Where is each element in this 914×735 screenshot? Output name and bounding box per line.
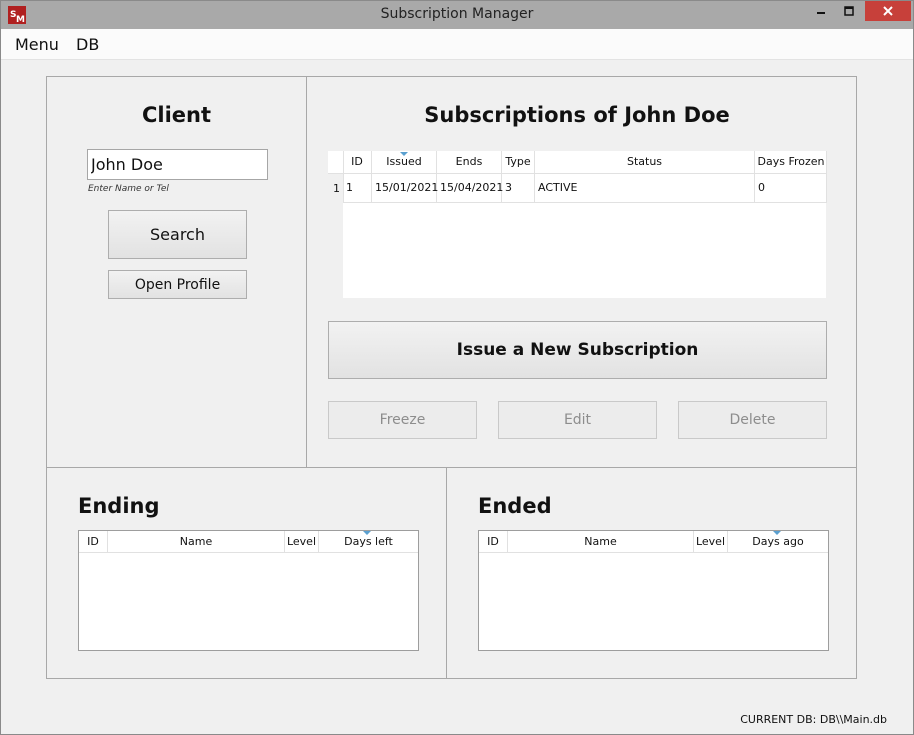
column-header-level[interactable]: Level [285,535,318,548]
column-header-name[interactable]: Name [508,535,693,548]
title-bar[interactable]: S M Subscription Manager [1,1,913,29]
grid-line [79,552,418,553]
subscriptions-table[interactable]: ID Issued Ends Type Status Days Frozen 1… [328,151,827,299]
grid-line [318,531,319,552]
grid-line [754,151,755,203]
minimize-button[interactable] [809,1,833,21]
ending-heading: Ending [78,494,160,518]
close-button[interactable] [865,1,911,21]
grid-line [284,531,285,552]
window-title: Subscription Manager [380,6,534,22]
cell-status: ACTIVE [538,181,578,194]
grid-line [343,151,344,203]
sort-indicator-icon [773,531,781,535]
main-window: S M Subscription Manager Menu DB Client … [0,0,914,735]
cell-ends: 15/04/2021 [440,181,504,194]
client-search-input[interactable] [87,149,268,180]
maximize-button[interactable] [837,1,861,21]
grid-line [328,173,827,174]
column-header-level[interactable]: Level [694,535,727,548]
subscriptions-panel: Subscriptions of John Doe ID Issued Ends… [306,76,857,468]
grid-line [436,151,437,203]
grid-line [826,151,827,203]
subscriptions-heading: Subscriptions of John Doe [424,103,730,127]
grid-line [107,531,108,552]
column-header-days-left[interactable]: Days left [319,535,418,548]
grid-line [501,151,502,203]
grid-line [343,202,827,203]
grid-line [693,531,694,552]
column-header-id[interactable]: ID [343,155,371,168]
column-header-days-ago[interactable]: Days ago [728,535,828,548]
delete-button[interactable]: Delete [678,401,827,439]
cell-issued: 15/01/2021 [375,181,439,194]
client-heading: Client [141,103,212,127]
column-header-name[interactable]: Name [108,535,284,548]
menu-bar: Menu DB [1,29,913,60]
column-header-type[interactable]: Type [502,155,534,168]
search-button[interactable]: Search [108,210,247,259]
menu-item-db[interactable]: DB [76,35,99,54]
maximize-icon [844,6,854,16]
column-header-days-frozen[interactable]: Days Frozen [755,155,827,168]
cell-type: 3 [505,181,512,194]
issue-subscription-button[interactable]: Issue a New Subscription [328,321,827,379]
open-profile-button[interactable]: Open Profile [108,270,247,299]
edit-button[interactable]: Edit [498,401,657,439]
sort-indicator-icon [363,531,371,535]
column-header-id[interactable]: ID [79,535,107,548]
ending-table[interactable]: ID Name Level Days left [78,530,419,651]
grid-line [371,151,372,203]
ended-heading: Ended [478,494,552,518]
menu-item-menu[interactable]: Menu [15,35,59,54]
grid-line [727,531,728,552]
client-panel: Client Enter Name or Tel Search Open Pro… [46,76,307,468]
row-header: 1 [333,182,340,195]
grid-line [534,151,535,203]
column-header-ends[interactable]: Ends [437,155,501,168]
client-search-hint: Enter Name or Tel [88,184,169,194]
ending-panel: Ending ID Name Level Days left [46,467,447,679]
minimize-icon [817,12,825,14]
sort-indicator-icon [400,152,408,156]
cell-days-frozen: 0 [758,181,765,194]
column-header-status[interactable]: Status [535,155,754,168]
column-header-issued[interactable]: Issued [372,155,436,168]
close-icon [883,6,893,16]
column-header-id[interactable]: ID [479,535,507,548]
grid-line [507,531,508,552]
status-bar-db: CURRENT DB: DB\\Main.db [740,713,887,726]
ended-panel: Ended ID Name Level Days ago [446,467,857,679]
cell-id: 1 [346,181,353,194]
ended-table[interactable]: ID Name Level Days ago [478,530,829,651]
freeze-button[interactable]: Freeze [328,401,477,439]
grid-line [479,552,828,553]
